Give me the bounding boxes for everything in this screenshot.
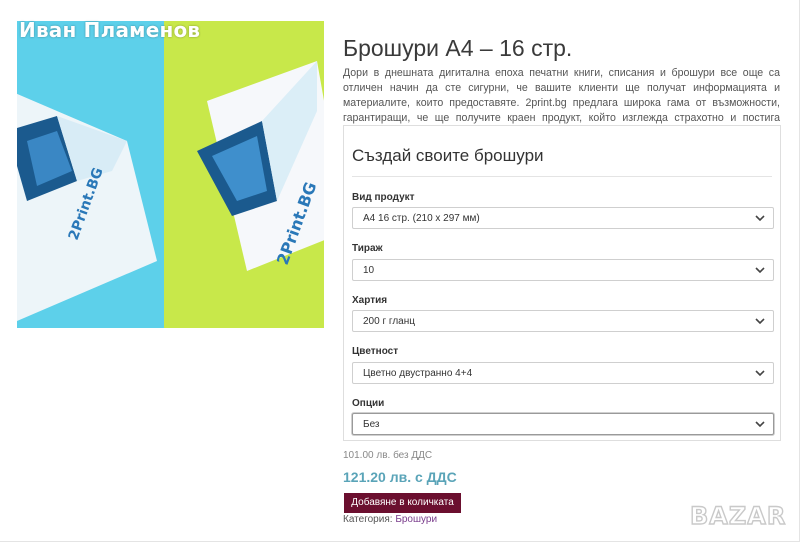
category-label: Категория: bbox=[343, 514, 393, 525]
select-value: 200 г гланц bbox=[363, 316, 415, 327]
chevron-down-icon bbox=[755, 421, 765, 428]
category-line: Категория: Брошури bbox=[343, 514, 437, 525]
select-product-type[interactable]: А4 16 стр. (210 x 297 мм) bbox=[352, 207, 774, 229]
select-value: Без bbox=[363, 419, 380, 430]
field-label-color: Цветност bbox=[352, 346, 399, 357]
product-options-form: Създай своите брошури Вид продукт А4 16 … bbox=[343, 125, 781, 441]
bazar-logo: BAZAR bbox=[689, 501, 786, 530]
field-label-quantity: Тираж bbox=[352, 243, 383, 254]
chevron-down-icon bbox=[755, 215, 765, 222]
page-container: 2Print.BG 2Print.BG Иван Пламенов Брошур… bbox=[0, 0, 800, 542]
category-link[interactable]: Брошури bbox=[395, 514, 437, 525]
select-color[interactable]: Цветно двустранно 4+4 bbox=[352, 362, 774, 384]
select-paper[interactable]: 200 г гланц bbox=[352, 310, 774, 332]
watermark-user-name: Иван Пламенов bbox=[19, 18, 201, 42]
form-title: Създай своите брошури bbox=[352, 146, 544, 165]
select-value: 10 bbox=[363, 265, 375, 276]
select-quantity[interactable]: 10 bbox=[352, 259, 774, 281]
select-value: Цветно двустранно 4+4 bbox=[363, 368, 473, 379]
chevron-down-icon bbox=[755, 318, 765, 325]
field-label-paper: Хартия bbox=[352, 295, 388, 306]
brochure-illustration: 2Print.BG 2Print.BG bbox=[17, 61, 324, 321]
form-divider bbox=[352, 176, 772, 177]
chevron-down-icon bbox=[755, 370, 765, 377]
product-title: Брошури А4 – 16 стр. bbox=[343, 35, 573, 61]
price-with-vat: 121.20 лв. с ДДС bbox=[343, 469, 457, 485]
field-label-options: Опции bbox=[352, 398, 385, 409]
chevron-down-icon bbox=[755, 267, 765, 274]
field-label-product-type: Вид продукт bbox=[352, 192, 415, 203]
product-image[interactable]: 2Print.BG 2Print.BG bbox=[17, 21, 324, 328]
add-to-cart-button[interactable]: Добавяне в количката bbox=[344, 493, 461, 513]
bazar-logo-text: BAZAR bbox=[690, 502, 786, 530]
select-options[interactable]: Без bbox=[352, 413, 774, 435]
select-value: А4 16 стр. (210 x 297 мм) bbox=[363, 213, 480, 224]
price-without-vat: 101.00 лв. без ДДС bbox=[343, 450, 433, 461]
